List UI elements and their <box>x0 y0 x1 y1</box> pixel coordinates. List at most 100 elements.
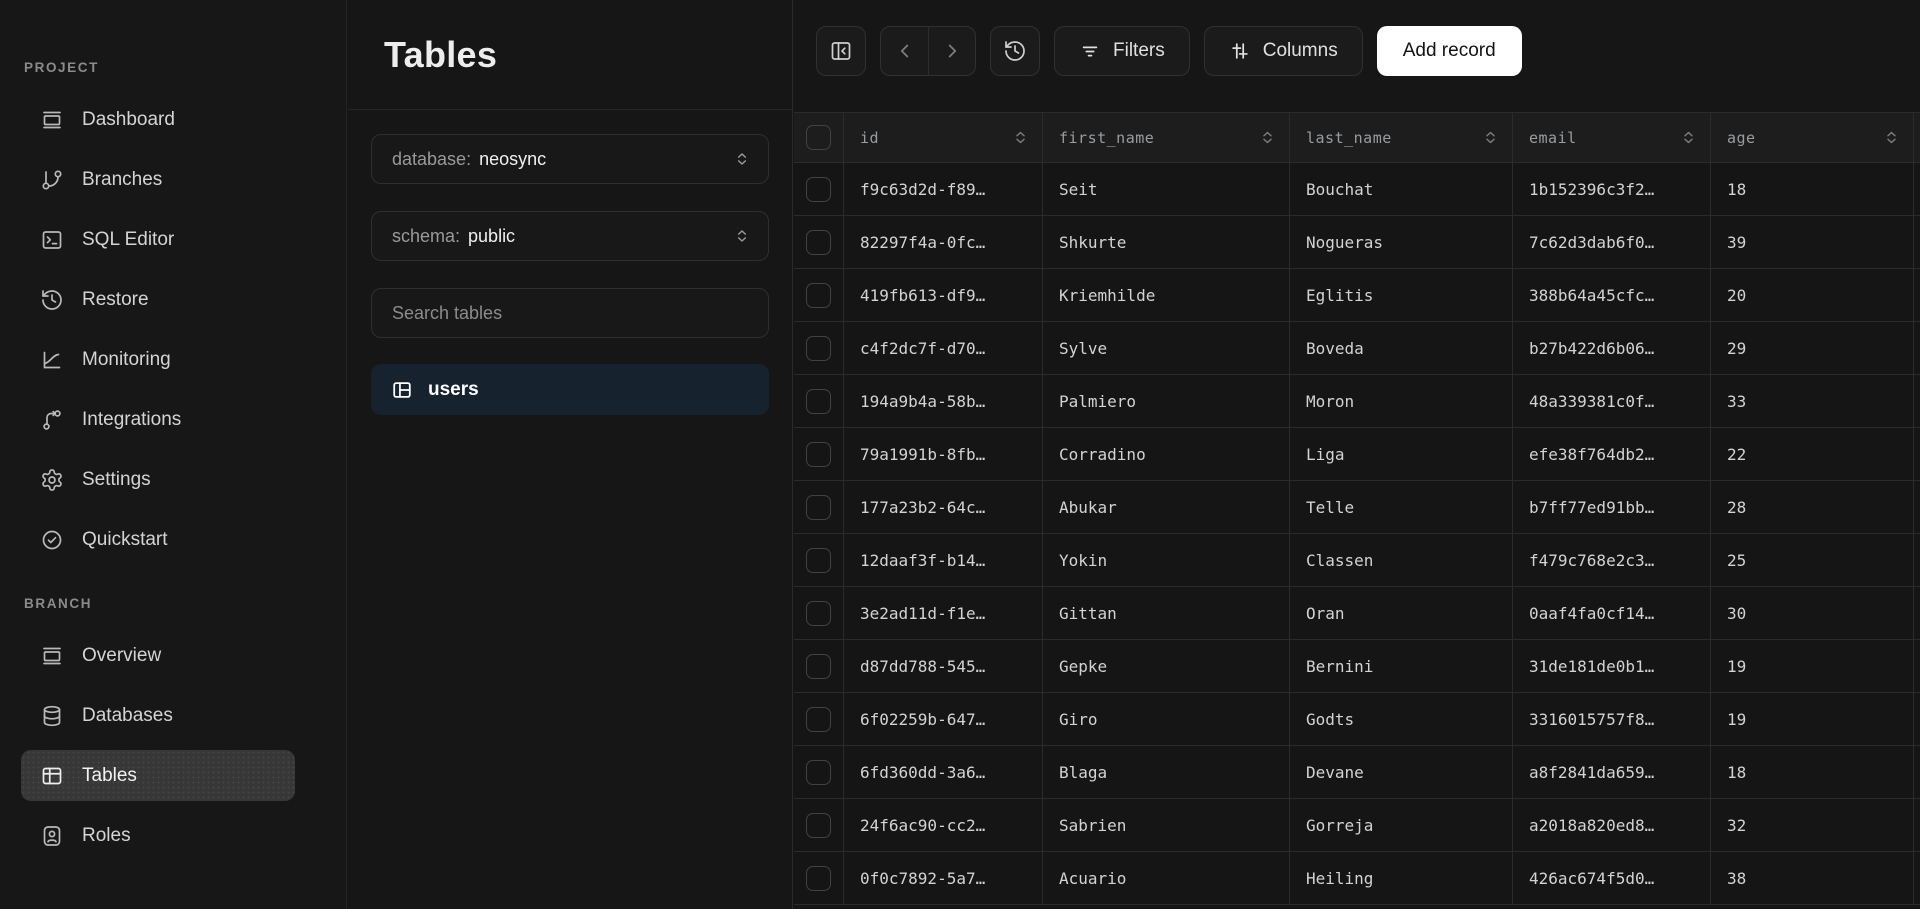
cell-last-name[interactable]: Bernini <box>1290 640 1513 692</box>
cell-first-name[interactable]: Sylve <box>1043 322 1290 374</box>
sidebar-item-integrations[interactable]: Integrations <box>21 394 295 445</box>
row-checkbox[interactable] <box>806 388 831 414</box>
cell-email[interactable]: 426ac674f5d0… <box>1513 852 1711 904</box>
sidebar-item-quickstart[interactable]: Quickstart <box>21 514 295 565</box>
cell-age[interactable]: 32 <box>1711 799 1914 851</box>
prev-page-button[interactable] <box>881 27 928 75</box>
cell-email[interactable]: 48a339381c0f… <box>1513 375 1711 427</box>
table-list-item-users[interactable]: users <box>371 364 769 415</box>
row-checkbox[interactable] <box>806 176 831 202</box>
table-row[interactable]: 419fb613-df9… Kriemhilde Eglitis 388b64a45c… <box>794 269 1920 322</box>
row-checkbox[interactable] <box>806 759 831 785</box>
cell-email[interactable]: f479c768e2c3… <box>1513 534 1711 586</box>
sidebar-item-restore[interactable]: Restore <box>21 274 295 325</box>
cell-first-name[interactable]: Gittan <box>1043 587 1290 639</box>
cell-last-name[interactable]: Eglitis <box>1290 269 1513 321</box>
cell-first-name[interactable]: Gepke <box>1043 640 1290 692</box>
cell-id[interactable]: 419fb613-df9… <box>844 269 1043 321</box>
cell-age[interactable]: 28 <box>1711 481 1914 533</box>
cell-email[interactable]: 388b64a45cfc… <box>1513 269 1711 321</box>
row-checkbox[interactable] <box>806 600 831 626</box>
row-checkbox[interactable] <box>806 653 831 679</box>
cell-email[interactable]: 0aaf4fa0cf14… <box>1513 587 1711 639</box>
cell-id[interactable]: 0f0c7892-5a7… <box>844 852 1043 904</box>
cell-first-name[interactable]: Shkurte <box>1043 216 1290 268</box>
table-row[interactable]: 6f02259b-647… Giro Godts 3316015757f8… 19 <box>794 693 1920 746</box>
table-row[interactable]: 6fd360dd-3a6… Blaga Devane a8f2841da659… 18 <box>794 746 1920 799</box>
cell-first-name[interactable]: Seit <box>1043 163 1290 215</box>
cell-last-name[interactable]: Moron <box>1290 375 1513 427</box>
cell-age[interactable]: 19 <box>1711 640 1914 692</box>
cell-first-name[interactable]: Yokin <box>1043 534 1290 586</box>
cell-id[interactable]: 24f6ac90-cc2… <box>844 799 1043 851</box>
cell-first-name[interactable]: Blaga <box>1043 746 1290 798</box>
row-checkbox[interactable] <box>806 229 831 255</box>
cell-id[interactable]: 194a9b4a-58b… <box>844 375 1043 427</box>
history-button[interactable] <box>990 26 1040 76</box>
table-row[interactable]: 79a1991b-8fb… Corradino Liga efe38f764db2… 2… <box>794 428 1920 481</box>
cell-email[interactable]: 7c62d3dab6f0… <box>1513 216 1711 268</box>
table-row[interactable]: f9c63d2d-f89… Seit Bouchat 1b152396c3f2… 18 <box>794 163 1920 216</box>
cell-id[interactable]: 82297f4a-0fc… <box>844 216 1043 268</box>
cell-id[interactable]: 12daaf3f-b14… <box>844 534 1043 586</box>
select-all-checkbox[interactable] <box>806 125 831 150</box>
sidebar-item-overview[interactable]: Overview <box>21 630 295 681</box>
cell-last-name[interactable]: Devane <box>1290 746 1513 798</box>
cell-first-name[interactable]: Kriemhilde <box>1043 269 1290 321</box>
cell-email[interactable]: 1b152396c3f2… <box>1513 163 1711 215</box>
cell-first-name[interactable]: Palmiero <box>1043 375 1290 427</box>
table-row[interactable]: 194a9b4a-58b… Palmiero Moron 48a339381c0f… 3… <box>794 375 1920 428</box>
cell-last-name[interactable]: Heiling <box>1290 852 1513 904</box>
table-row[interactable]: d87dd788-545… Gepke Bernini 31de181de0b1… 19 <box>794 640 1920 693</box>
row-checkbox[interactable] <box>806 494 831 520</box>
cell-id[interactable]: 3e2ad11d-f1e… <box>844 587 1043 639</box>
cell-age[interactable]: 38 <box>1711 852 1914 904</box>
cell-first-name[interactable]: Acuario <box>1043 852 1290 904</box>
cell-id[interactable]: c4f2dc7f-d70… <box>844 322 1043 374</box>
sidebar-item-settings[interactable]: Settings <box>21 454 295 505</box>
cell-email[interactable]: 3316015757f8… <box>1513 693 1711 745</box>
cell-first-name[interactable]: Sabrien <box>1043 799 1290 851</box>
column-header-first-name[interactable]: first_name <box>1043 113 1290 162</box>
cell-id[interactable]: 6f02259b-647… <box>844 693 1043 745</box>
cell-age[interactable]: 25 <box>1711 534 1914 586</box>
sidebar-item-roles[interactable]: Roles <box>21 810 295 861</box>
table-row[interactable]: 0f0c7892-5a7… Acuario Heiling 426ac674f5d0…… <box>794 852 1920 905</box>
column-header-age[interactable]: age <box>1711 113 1914 162</box>
cell-last-name[interactable]: Boveda <box>1290 322 1513 374</box>
cell-age[interactable]: 20 <box>1711 269 1914 321</box>
add-record-button[interactable]: Add record <box>1376 26 1522 76</box>
cell-last-name[interactable]: Telle <box>1290 481 1513 533</box>
columns-button[interactable]: Columns <box>1203 26 1363 76</box>
cell-email[interactable]: b27b422d6b06… <box>1513 322 1711 374</box>
table-row[interactable]: 177a23b2-64c… Abukar Telle b7ff77ed91bb… 28 <box>794 481 1920 534</box>
row-checkbox[interactable] <box>806 706 831 732</box>
cell-first-name[interactable]: Giro <box>1043 693 1290 745</box>
column-header-email[interactable]: email <box>1513 113 1711 162</box>
cell-id[interactable]: f9c63d2d-f89… <box>844 163 1043 215</box>
cell-age[interactable]: 18 <box>1711 163 1914 215</box>
row-checkbox[interactable] <box>806 335 831 361</box>
database-select[interactable]: database: neosync <box>371 134 769 184</box>
table-row[interactable]: c4f2dc7f-d70… Sylve Boveda b27b422d6b06… 29 <box>794 322 1920 375</box>
cell-last-name[interactable]: Nogueras <box>1290 216 1513 268</box>
cell-age[interactable]: 19 <box>1711 693 1914 745</box>
search-tables-input[interactable] <box>372 289 768 337</box>
table-row[interactable]: 24f6ac90-cc2… Sabrien Gorreja a2018a820ed8…… <box>794 799 1920 852</box>
sidebar-item-tables[interactable]: Tables <box>21 750 295 801</box>
cell-id[interactable]: d87dd788-545… <box>844 640 1043 692</box>
cell-last-name[interactable]: Oran <box>1290 587 1513 639</box>
filters-button[interactable]: Filters <box>1054 26 1190 76</box>
next-page-button[interactable] <box>928 27 975 75</box>
table-row[interactable]: 3e2ad11d-f1e… Gittan Oran 0aaf4fa0cf14… 30 <box>794 587 1920 640</box>
cell-first-name[interactable]: Abukar <box>1043 481 1290 533</box>
cell-last-name[interactable]: Godts <box>1290 693 1513 745</box>
column-header-last-name[interactable]: last_name <box>1290 113 1513 162</box>
cell-age[interactable]: 30 <box>1711 587 1914 639</box>
table-row[interactable]: 82297f4a-0fc… Shkurte Nogueras 7c62d3dab6f0… <box>794 216 1920 269</box>
cell-email[interactable]: a2018a820ed8… <box>1513 799 1711 851</box>
row-checkbox[interactable] <box>806 441 831 467</box>
cell-age[interactable]: 33 <box>1711 375 1914 427</box>
cell-id[interactable]: 6fd360dd-3a6… <box>844 746 1043 798</box>
row-checkbox[interactable] <box>806 282 831 308</box>
